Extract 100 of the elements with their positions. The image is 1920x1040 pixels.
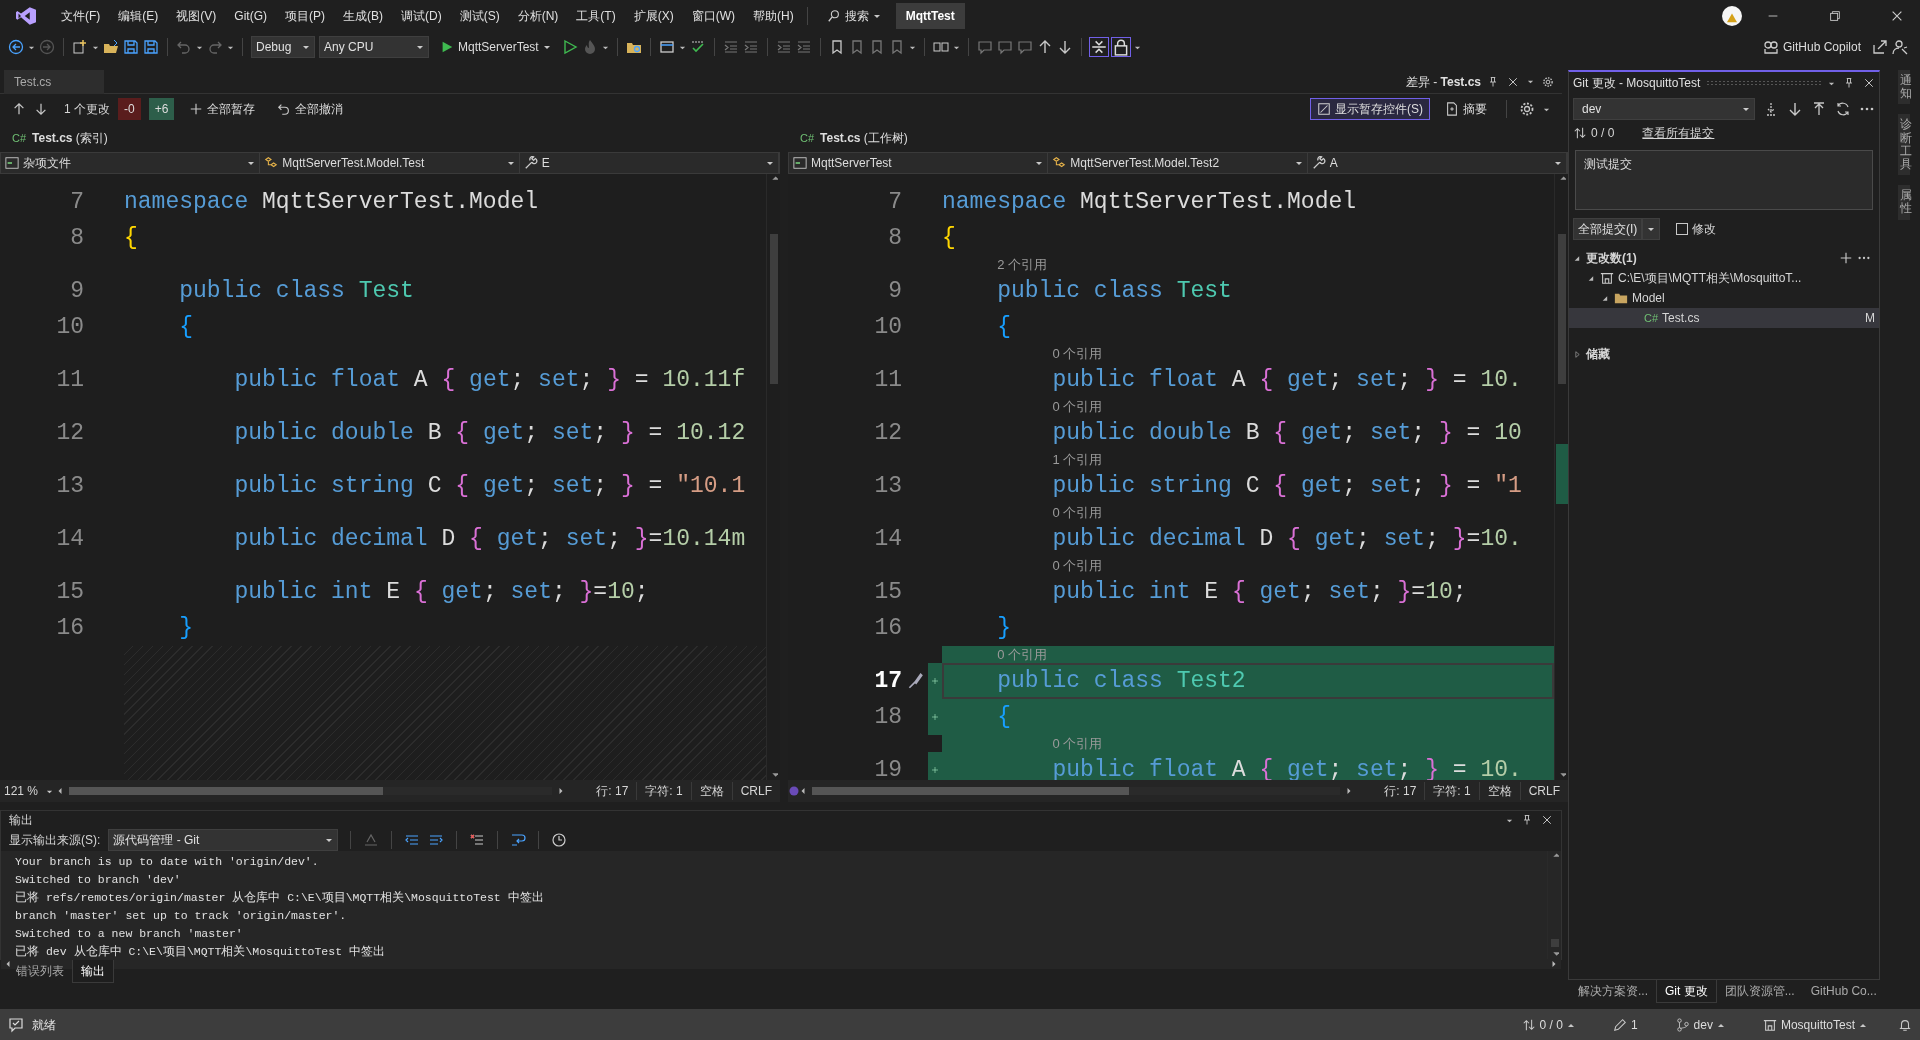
pending-changes-button[interactable]: 1: [1605, 1014, 1645, 1036]
panel-tab[interactable]: 错误列表: [8, 960, 72, 982]
navigation-dropdown[interactable]: MqttServerTest.Model.Test2: [1048, 153, 1308, 173]
panel-tab[interactable]: 解决方案资...: [1570, 980, 1656, 1003]
close-icon[interactable]: [1541, 814, 1553, 826]
menu-item[interactable]: 生成(B): [334, 7, 392, 25]
menu-item[interactable]: 窗口(W): [682, 7, 744, 25]
scroll-thumb[interactable]: [1557, 234, 1566, 384]
panel-tab[interactable]: Git 更改: [1656, 980, 1717, 1003]
copilot-button[interactable]: GitHub Copilot: [1755, 36, 1868, 58]
branch-dropdown[interactable]: dev: [1573, 98, 1755, 120]
navigation-dropdown[interactable]: MqttServerTest: [789, 153, 1049, 173]
stage-all-button[interactable]: 全部暂存: [182, 98, 263, 120]
repository-button[interactable]: MosquittoTest: [1755, 1014, 1874, 1036]
pin-icon[interactable]: [1843, 77, 1855, 89]
staging-toggle[interactable]: 显示暂存控件(S): [1310, 98, 1430, 120]
reference-count[interactable]: 0 个引用: [1052, 346, 1103, 361]
panel-tab[interactable]: GitHub Co...: [1802, 980, 1885, 1003]
close-icon[interactable]: [1507, 75, 1519, 88]
plus-icon[interactable]: [1839, 251, 1853, 265]
line-ending-indicator[interactable]: CRLF: [731, 782, 780, 800]
navigation-dropdown[interactable]: E: [519, 153, 779, 173]
indent-icon[interactable]: [742, 39, 759, 55]
save-icon[interactable]: [123, 39, 139, 55]
comment-icon[interactable]: [996, 39, 1013, 55]
previous-message-icon[interactable]: [404, 832, 421, 848]
menu-item[interactable]: 文件(F): [52, 7, 110, 25]
tree-item[interactable]: Model: [1632, 289, 1879, 307]
menu-item[interactable]: 帮助(H): [744, 7, 803, 25]
reference-count[interactable]: 1 个引用: [1052, 452, 1103, 467]
menu-item[interactable]: 项目(P): [276, 7, 334, 25]
configuration-dropdown[interactable]: Debug: [251, 36, 315, 58]
navigation-dropdown[interactable]: 杂项文件: [1, 153, 261, 173]
clock-icon[interactable]: [551, 832, 568, 848]
search-button[interactable]: 搜索: [819, 5, 888, 27]
push-icon[interactable]: [1811, 101, 1827, 117]
spell-check-icon[interactable]: [689, 39, 706, 55]
horizontal-scrollbar[interactable]: [69, 787, 553, 795]
indent-icon[interactable]: [795, 39, 812, 55]
platform-dropdown[interactable]: Any CPU: [319, 36, 429, 58]
tree-item[interactable]: 储藏: [1586, 345, 1879, 363]
branch-button[interactable]: dev: [1668, 1014, 1732, 1036]
pin-icon[interactable]: [1521, 814, 1533, 826]
tree-item[interactable]: C:\E\项目\MQTT相关\MosquittoT...: [1618, 269, 1879, 287]
next-message-icon[interactable]: [428, 832, 445, 848]
reference-count[interactable]: 0 个引用: [1052, 558, 1103, 573]
tool-window-tab[interactable]: 通知: [1897, 70, 1910, 105]
sync-icon[interactable]: [1835, 101, 1851, 117]
find-message-icon[interactable]: [363, 832, 380, 848]
undo-all-button[interactable]: 全部撤消: [270, 98, 351, 120]
commit-message-field[interactable]: 测试提交: [1575, 150, 1873, 210]
reference-count[interactable]: 0 个引用: [1052, 505, 1103, 520]
sync-status-button[interactable]: 0 / 0: [1514, 1014, 1582, 1036]
horizontal-scrollbar[interactable]: [812, 787, 1341, 795]
zoom-dropdown[interactable]: 121 %: [0, 782, 58, 800]
document-tab[interactable]: Test.cs: [4, 69, 104, 94]
scroll-thumb[interactable]: [769, 234, 778, 384]
share-icon[interactable]: [1872, 39, 1888, 55]
arrow-down-icon[interactable]: [34, 102, 48, 116]
settings-icon[interactable]: [1542, 75, 1554, 88]
scroll-left-icon[interactable]: [800, 786, 806, 796]
scrollbar[interactable]: [766, 174, 780, 780]
comment-icon[interactable]: [976, 39, 993, 55]
reference-count[interactable]: 2 个引用: [997, 257, 1048, 272]
panel-tab[interactable]: 团队资源管...: [1716, 980, 1803, 1003]
bell-icon[interactable]: [1898, 1018, 1912, 1032]
back-icon[interactable]: [8, 39, 24, 55]
document-tab[interactable]: 差异 - Test.cs: [1399, 69, 1487, 94]
scrollbar[interactable]: [1554, 174, 1568, 780]
file-row[interactable]: C# Test.cs M: [1569, 308, 1879, 328]
play-outline-icon[interactable]: [561, 39, 578, 55]
indent-indicator[interactable]: 空格: [690, 782, 732, 800]
commit-options-button[interactable]: [1642, 218, 1661, 240]
line-ending-indicator[interactable]: CRLF: [1519, 782, 1568, 800]
scroll-right-icon[interactable]: [558, 786, 565, 796]
collapse-icon[interactable]: [1089, 38, 1108, 56]
menu-item[interactable]: 扩展(X): [624, 7, 683, 25]
indent-indicator[interactable]: 空格: [1478, 782, 1520, 800]
menu-item[interactable]: 工具(T): [567, 7, 625, 25]
output-source-dropdown[interactable]: 源代码管理 - Git: [108, 829, 339, 851]
open-folder-icon[interactable]: [103, 39, 119, 55]
columns-icon[interactable]: [932, 39, 949, 55]
scroll-thumb[interactable]: [1550, 939, 1559, 947]
lock-icon[interactable]: [1111, 38, 1130, 56]
restore-icon[interactable]: [1828, 9, 1842, 23]
indent-icon[interactable]: [722, 39, 739, 55]
menu-item[interactable]: 调试(D): [392, 7, 451, 25]
save-all-icon[interactable]: [143, 39, 159, 55]
tool-window-tab[interactable]: 诊断工具: [1897, 114, 1910, 176]
menu-item[interactable]: Git(G): [225, 7, 276, 25]
scroll-left-icon[interactable]: [5, 959, 11, 969]
tree-item[interactable]: 更改数(1): [1586, 249, 1835, 267]
scroll-right-icon[interactable]: [1346, 786, 1353, 796]
amend-checkbox[interactable]: [1676, 223, 1689, 235]
word-wrap-icon[interactable]: [510, 832, 527, 848]
reference-count[interactable]: 0 个引用: [1052, 399, 1103, 414]
collapsed-icon[interactable]: [1573, 349, 1582, 359]
scroll-right-icon[interactable]: [1551, 959, 1557, 969]
summary-button[interactable]: 摘要: [1438, 98, 1494, 120]
menu-item[interactable]: 编辑(E): [109, 7, 168, 25]
